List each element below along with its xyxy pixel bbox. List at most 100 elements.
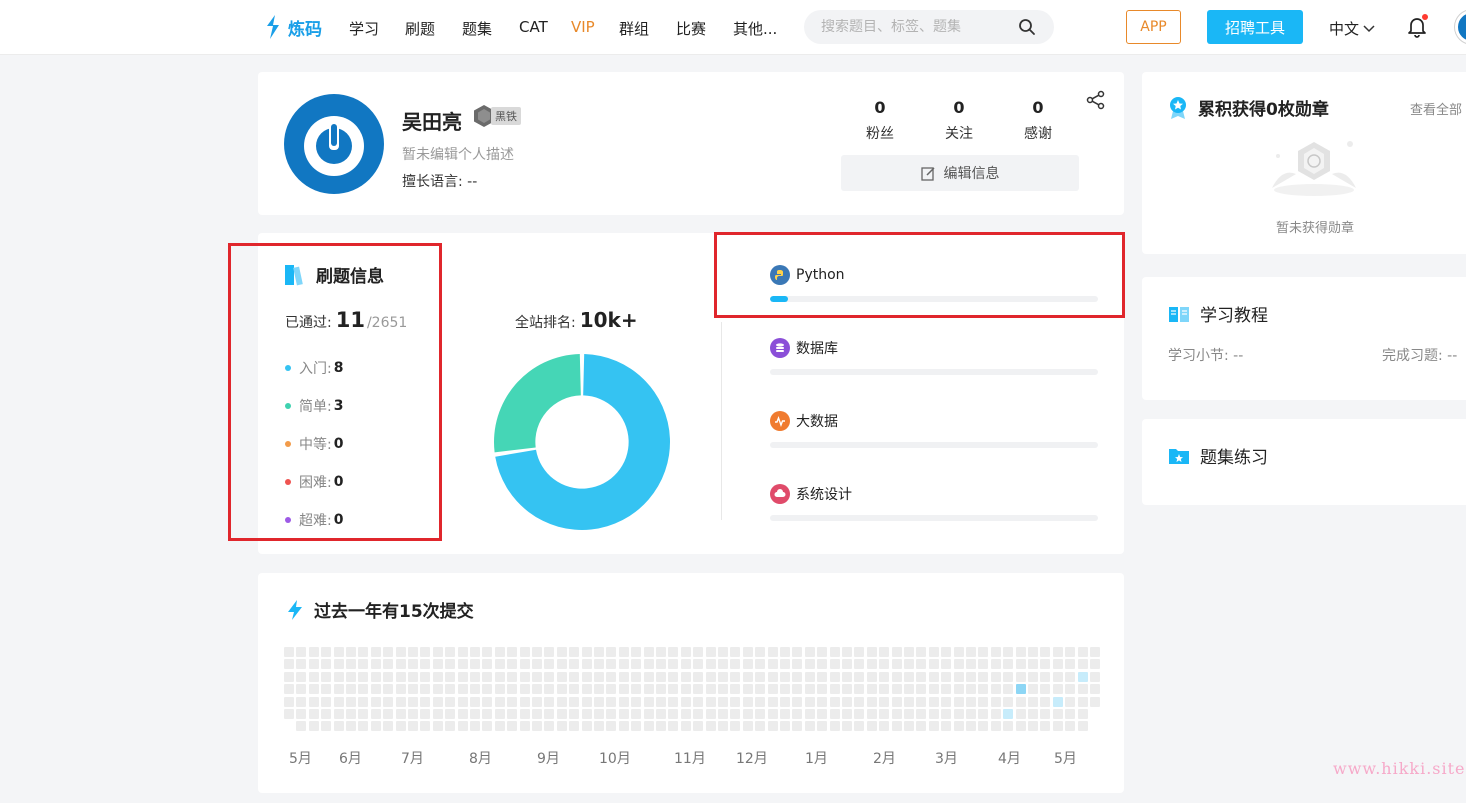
heatmap-cell[interactable] [395,709,406,719]
heatmap-cell[interactable] [1077,659,1088,670]
heatmap-cell[interactable] [308,647,319,657]
heatmap-cell[interactable] [395,721,406,732]
heatmap-cell[interactable] [544,659,555,670]
heatmap-cell[interactable] [854,696,865,707]
heatmap-cell[interactable] [457,659,468,670]
heatmap-cell[interactable] [494,647,505,657]
heatmap-cell[interactable] [581,671,592,682]
heatmap-cell[interactable] [556,709,567,719]
heatmap-cell[interactable] [408,721,418,732]
heatmap-cell[interactable] [742,721,753,732]
heatmap-cell[interactable] [817,647,828,657]
heatmap-cell[interactable] [879,671,890,682]
heatmap-cell[interactable] [1003,709,1014,719]
heatmap-cell[interactable] [879,684,890,695]
heatmap-cell[interactable] [978,696,989,707]
heatmap-cell[interactable] [606,721,617,732]
heatmap-cell[interactable] [408,671,418,682]
heatmap-cell[interactable] [792,671,803,682]
heatmap-cell[interactable] [656,721,666,732]
heatmap-cell[interactable] [395,659,406,670]
heatmap-cell[interactable] [370,647,381,657]
heatmap-cell[interactable] [618,684,629,695]
problem-sets-title[interactable]: 题集练习 [1168,443,1268,468]
heatmap-cell[interactable] [1003,659,1014,670]
heatmap-cell[interactable] [1065,721,1076,732]
heatmap-cell[interactable] [544,721,555,732]
heatmap-cell[interactable] [581,684,592,695]
heatmap-cell[interactable] [482,647,493,657]
heatmap-cell[interactable] [842,647,852,657]
heatmap-cell[interactable] [829,659,840,670]
heatmap-cell[interactable] [445,684,456,695]
nav-item-cat[interactable]: CAT [519,18,548,36]
heatmap-cell[interactable] [606,684,617,695]
heatmap-cell[interactable] [296,671,307,682]
heatmap-cell[interactable] [519,647,530,657]
heatmap-cell[interactable] [742,709,753,719]
heatmap-cell[interactable] [581,721,592,732]
heatmap-cell[interactable] [854,647,865,657]
heatmap-cell[interactable] [755,684,766,695]
heatmap-cell[interactable] [482,659,493,670]
heatmap-cell[interactable] [792,709,803,719]
heatmap-cell[interactable] [643,696,654,707]
heatmap-cell[interactable] [1015,709,1026,719]
heatmap-cell[interactable] [916,709,927,719]
heatmap-cell[interactable] [581,709,592,719]
heatmap-cell[interactable] [470,709,480,719]
heatmap-cell[interactable] [705,709,716,719]
heatmap-cell[interactable] [804,696,815,707]
heatmap-cell[interactable] [755,696,766,707]
heatmap-cell[interactable] [519,709,530,719]
heatmap-cell[interactable] [470,647,480,657]
heatmap-cell[interactable] [445,647,456,657]
nav-item-problems[interactable]: 刷题 [405,18,435,39]
heatmap-cell[interactable] [718,721,728,732]
heatmap-cell[interactable] [507,671,518,682]
heatmap-cell[interactable] [631,709,642,719]
heatmap-cell[interactable] [432,696,443,707]
heatmap-cell[interactable] [1052,684,1063,695]
heatmap-cell[interactable] [842,671,852,682]
heatmap-cell[interactable] [470,721,480,732]
heatmap-cell[interactable] [891,684,902,695]
heatmap-cell[interactable] [842,696,852,707]
heatmap-cell[interactable] [1040,647,1051,657]
heatmap-cell[interactable] [829,696,840,707]
heatmap-cell[interactable] [978,709,989,719]
heatmap-cell[interactable] [953,696,964,707]
heatmap-cell[interactable] [432,684,443,695]
heatmap-cell[interactable] [470,684,480,695]
heatmap-cell[interactable] [1052,709,1063,719]
heatmap-cell[interactable] [1015,696,1026,707]
track-system-design[interactable]: 系统设计 [770,484,852,504]
heatmap-cell[interactable] [842,709,852,719]
heatmap-cell[interactable] [507,721,518,732]
nav-item-vip[interactable]: VIP [571,18,595,36]
heatmap-cell[interactable] [941,709,952,719]
heatmap-cell[interactable] [1065,659,1076,670]
heatmap-cell[interactable] [978,684,989,695]
heatmap-cell[interactable] [308,671,319,682]
nav-item-more[interactable]: 其他... [733,18,777,39]
heatmap-cell[interactable] [445,659,456,670]
heatmap-cell[interactable] [507,659,518,670]
heatmap-cell[interactable] [470,671,480,682]
heatmap-cell[interactable] [904,684,914,695]
heatmap-cell[interactable] [904,721,914,732]
heatmap-cell[interactable] [718,696,728,707]
view-all-link[interactable]: 查看全部 [1410,99,1462,118]
heatmap-cell[interactable] [742,696,753,707]
heatmap-cell[interactable] [408,684,418,695]
heatmap-cell[interactable] [1052,659,1063,670]
heatmap-cell[interactable] [730,696,741,707]
heatmap-cell[interactable] [730,659,741,670]
heatmap-cell[interactable] [445,671,456,682]
heatmap-cell[interactable] [705,684,716,695]
heatmap-cell[interactable] [705,671,716,682]
heatmap-cell[interactable] [420,696,431,707]
heatmap-cell[interactable] [631,684,642,695]
heatmap-cell[interactable] [866,684,877,695]
heatmap-cell[interactable] [1028,709,1038,719]
